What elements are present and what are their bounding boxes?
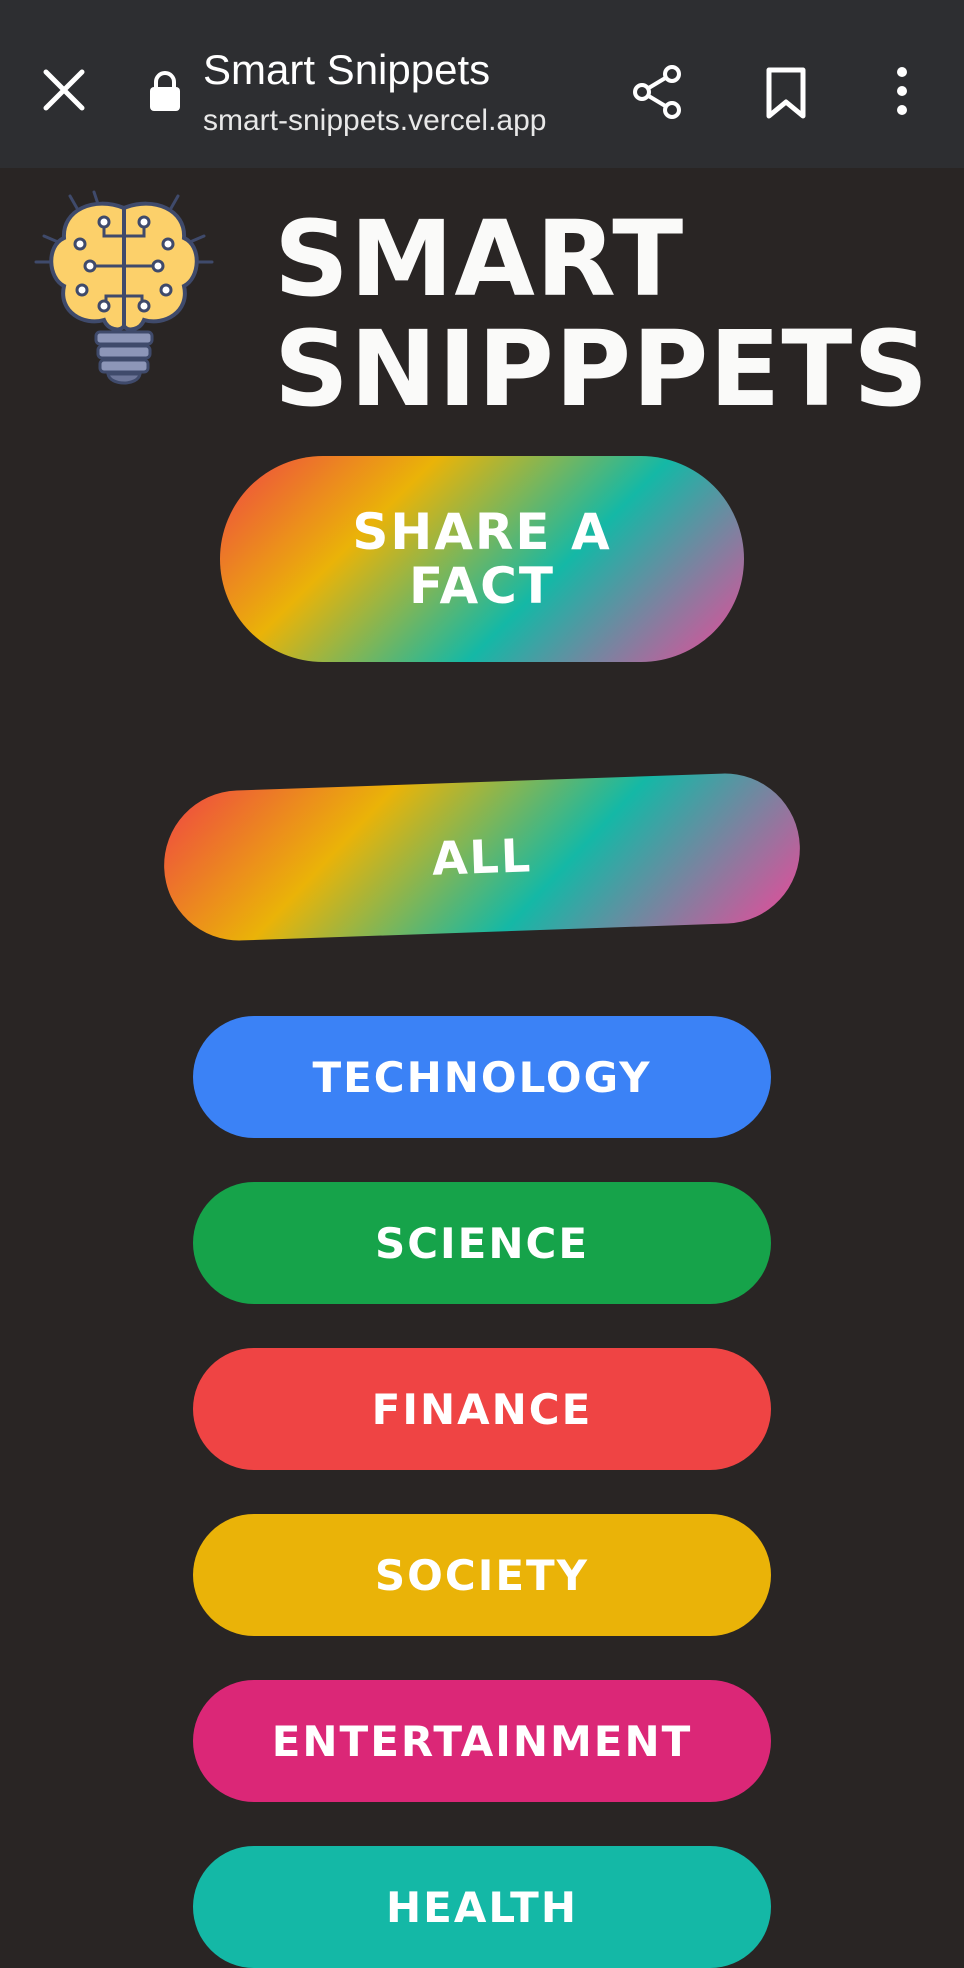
category-science-label: SCIENCE — [374, 1218, 590, 1268]
headline-line-2: SNIPPPETS — [274, 308, 930, 430]
category-health-label: HEALTH — [386, 1882, 578, 1932]
category-technology-button[interactable]: TECHNOLOGY — [193, 1016, 771, 1138]
lock-icon — [150, 71, 180, 111]
brain-lightbulb-logo — [34, 190, 214, 385]
category-technology-label: TECHNOLOGY — [312, 1052, 652, 1102]
category-finance-button[interactable]: FINANCE — [193, 1348, 771, 1470]
category-finance-label: FINANCE — [371, 1384, 593, 1434]
app-headline: SMART SNIPPPETS — [274, 204, 929, 424]
headline-line-1: SMART — [274, 198, 685, 320]
browser-toolbar: Smart Snippets smart-snippets.vercel.app — [0, 0, 964, 168]
category-entertainment-label: ENTERTAINMENT — [271, 1716, 693, 1766]
category-all-label: ALL — [430, 828, 534, 886]
category-health-button[interactable]: HEALTH — [193, 1846, 771, 1968]
category-entertainment-button[interactable]: ENTERTAINMENT — [193, 1680, 771, 1802]
category-society-label: SOCIETY — [374, 1550, 590, 1600]
menu-icon[interactable] — [888, 66, 916, 116]
bookmark-icon[interactable] — [764, 66, 808, 120]
share-fact-label-line-2: FACT — [409, 557, 555, 615]
share-fact-button[interactable]: SHARE A FACT — [220, 456, 744, 662]
share-fact-label: SHARE A FACT — [352, 505, 611, 613]
share-fact-label-line-1: SHARE A — [352, 503, 612, 561]
close-icon[interactable] — [40, 66, 88, 114]
category-all-button[interactable]: ALL — [161, 770, 803, 944]
share-icon[interactable] — [630, 64, 686, 120]
category-science-button[interactable]: SCIENCE — [193, 1182, 771, 1304]
page-url[interactable]: smart-snippets.vercel.app — [203, 104, 546, 138]
page-title: Smart Snippets — [203, 46, 491, 93]
category-society-button[interactable]: SOCIETY — [193, 1514, 771, 1636]
